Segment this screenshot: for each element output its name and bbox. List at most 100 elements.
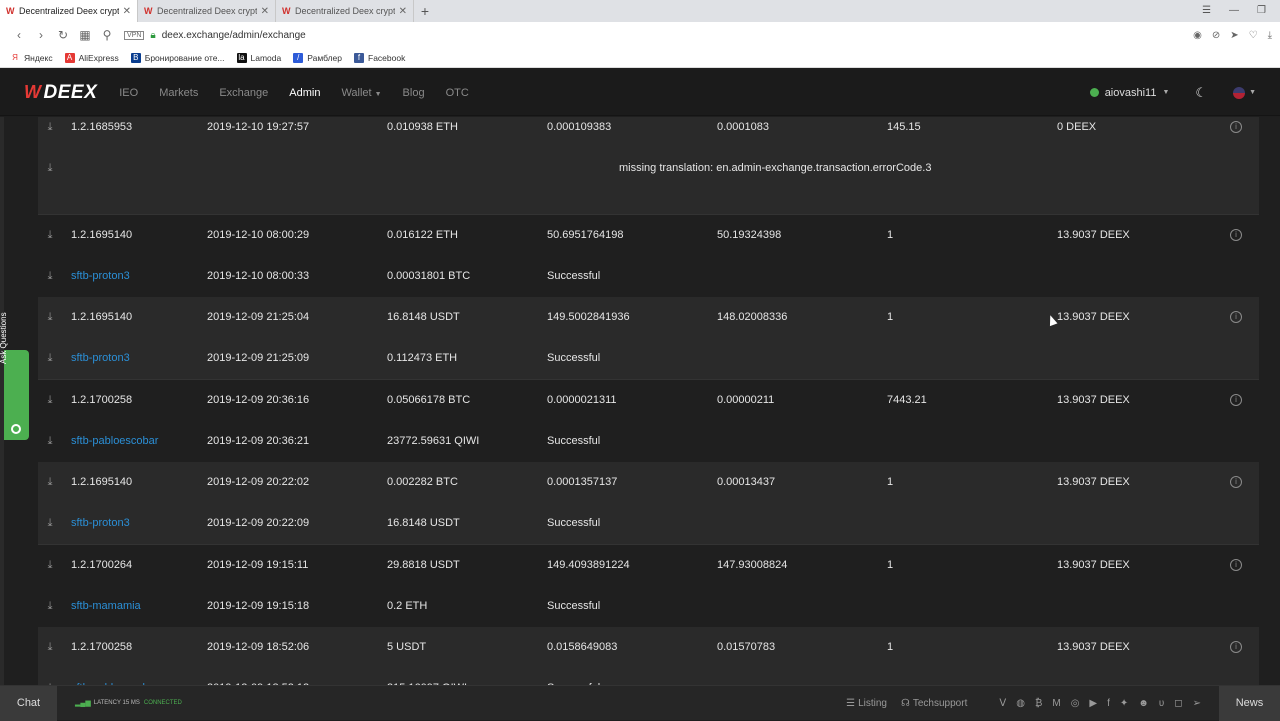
download-icon[interactable]: ⤓ — [44, 421, 56, 462]
browser-tab-3[interactable]: W Decentralized Deex crypto ✕ — [276, 0, 414, 22]
nav-ieo[interactable]: IEO — [119, 87, 138, 99]
bookmark-booking[interactable]: B Бронирование оте... — [130, 52, 225, 63]
info-icon[interactable]: i — [1230, 311, 1242, 323]
lock-icon[interactable]: 🔒︎ — [150, 30, 155, 41]
bitcoin-icon[interactable]: ₿ — [1035, 698, 1042, 709]
bookmark-aliexpress[interactable]: A AliExpress — [64, 52, 119, 63]
us-flag-icon[interactable] — [1233, 86, 1246, 99]
heart-icon[interactable]: ♡ — [1249, 30, 1258, 41]
download-icon[interactable]: ⤓ — [44, 380, 56, 421]
download-icon[interactable]: ⤓ — [44, 215, 56, 256]
techsupport-link[interactable]: ☊ Techsupport — [901, 698, 967, 709]
download-icon[interactable]: ⤓ — [44, 545, 56, 586]
close-tab-icon[interactable]: ✕ — [123, 6, 131, 17]
vk2-icon[interactable]: ʋ — [1159, 698, 1164, 709]
facebook-icon[interactable]: f — [1107, 698, 1110, 709]
order-id: 1.2.1700258 — [71, 641, 133, 653]
browser-tab-1[interactable]: W Decentralized Deex crypto ✕ — [0, 0, 138, 22]
send-icon[interactable]: ➤ — [1230, 30, 1238, 41]
user-link[interactable]: sftb-proton3 — [71, 338, 130, 379]
medium-icon[interactable]: M — [1052, 698, 1060, 709]
chevron-down-icon[interactable]: ▼ — [1162, 89, 1169, 96]
download-icon[interactable]: ⤓ — [44, 297, 56, 338]
deex-favicon-icon: W — [282, 5, 291, 16]
github-icon[interactable]: ◍ — [1016, 698, 1025, 709]
user-link[interactable]: sftb-proton3 — [71, 256, 130, 297]
nav-exchange[interactable]: Exchange — [219, 87, 268, 99]
reload-icon[interactable]: ↻ — [52, 28, 74, 42]
forward-icon[interactable]: › — [30, 28, 52, 42]
info-icon[interactable]: i — [1230, 641, 1242, 653]
vk-icon[interactable]: ᐯ — [999, 698, 1006, 709]
bookmark-facebook[interactable]: f Facebook — [354, 52, 405, 63]
search-icon[interactable]: ⚲ — [96, 28, 118, 42]
info-icon[interactable]: i — [1230, 394, 1242, 406]
social-icons: ᐯ ◍ ₿ M ◎ ▶ f ✦ ☻ ʋ ◻ ➢ — [999, 698, 1201, 709]
chevron-down-icon[interactable]: ▼ — [1249, 89, 1256, 96]
info-icon[interactable]: i — [1230, 121, 1242, 133]
user-link[interactable]: sftb-pabloescobar — [71, 421, 158, 462]
minimize-icon[interactable]: — — [1229, 0, 1239, 22]
restore-icon[interactable]: ❐ — [1257, 0, 1266, 22]
download-icon[interactable]: ⤓ — [44, 503, 56, 544]
user-link[interactable]: sftb-proton3 — [71, 503, 130, 544]
twitter-icon[interactable]: ✦ — [1120, 698, 1128, 709]
download-icon[interactable]: ⤓ — [44, 338, 56, 379]
connection-status: CONNECTED — [143, 700, 182, 706]
ask-questions-tab[interactable]: Ask Questions — [0, 312, 29, 440]
order-rate-net: 0.00000211 — [717, 394, 775, 406]
address-actions: ◉ ⊘ ➤ ♡ ⤓ — [1193, 30, 1272, 41]
reddit-alien-icon[interactable]: ☻ — [1138, 698, 1149, 709]
nav-admin[interactable]: Admin — [289, 87, 320, 99]
moon-icon[interactable]: ☾ — [1195, 85, 1207, 101]
youtube-icon[interactable]: ▶ — [1089, 698, 1097, 709]
order-amount: 0.010938 ETH — [387, 121, 458, 133]
url-field[interactable]: deex.exchange/admin/exchange — [162, 30, 306, 41]
news-button[interactable]: News — [1219, 685, 1280, 721]
order-rate: 0.0001357137 — [547, 476, 618, 488]
apps-grid-icon[interactable]: ▦ — [74, 28, 96, 42]
facebook-icon: f — [354, 52, 364, 63]
block-icon[interactable]: ⊘ — [1212, 30, 1220, 41]
username[interactable]: aiovashi11 — [1105, 87, 1157, 99]
nav-blog[interactable]: Blog — [403, 87, 425, 99]
vpn-badge[interactable]: VPN — [124, 30, 145, 40]
bookmark-lamoda[interactable]: la Lamoda — [236, 52, 281, 63]
instagram-icon[interactable]: ◻ — [1174, 698, 1182, 709]
chat-button[interactable]: Chat — [0, 685, 57, 721]
download-icon[interactable]: ⤓ — [44, 117, 56, 148]
nav-otc[interactable]: OTC — [446, 87, 469, 99]
order-rate-net: 50.19324398 — [717, 229, 782, 241]
download-icon[interactable]: ⤓ — [44, 627, 56, 668]
info-icon[interactable]: i — [1230, 476, 1242, 488]
info-icon[interactable]: i — [1230, 559, 1242, 571]
nav-markets[interactable]: Markets — [159, 87, 198, 99]
download-icon[interactable]: ⤓ — [1268, 30, 1272, 41]
camera-icon[interactable]: ◉ — [1193, 30, 1202, 41]
close-tab-icon[interactable]: ✕ — [261, 6, 269, 17]
download-icon[interactable]: ⤓ — [44, 148, 56, 189]
bookmark-rambler[interactable]: / Рамблер — [293, 52, 342, 63]
download-icon[interactable]: ⤓ — [44, 256, 56, 297]
listing-label: Listing — [858, 697, 887, 709]
order-rate: 149.4093891224 — [547, 559, 630, 571]
browser-tab-2[interactable]: W Decentralized Deex crypto ✕ — [138, 0, 276, 22]
reddit-icon[interactable]: ◎ — [1071, 698, 1080, 709]
download-icon[interactable]: ⤓ — [44, 586, 56, 627]
table-row: ⤓ 1.2.1700258 2019-12-09 20:36:16 0.0506… — [38, 380, 1259, 421]
close-tab-icon[interactable]: ✕ — [399, 6, 407, 17]
bookmark-yandex[interactable]: Я Яндекс — [10, 53, 52, 63]
user-link[interactable]: sftb-pabloescobar — [71, 668, 158, 685]
back-icon[interactable]: ‹ — [8, 28, 30, 42]
listing-link[interactable]: ☰ Listing — [846, 698, 887, 709]
deex-logo[interactable]: W DEEX — [24, 82, 97, 104]
download-icon[interactable]: ⤓ — [44, 462, 56, 503]
user-link[interactable]: sftb-mamamia — [71, 586, 141, 627]
info-icon[interactable]: i — [1230, 229, 1242, 241]
nav-wallet[interactable]: Wallet ▼ — [341, 87, 381, 99]
download-icon[interactable]: ⤓ — [44, 668, 56, 685]
payout-status: Successful — [547, 270, 601, 282]
new-tab-icon[interactable]: + — [414, 0, 436, 22]
tabs-menu-icon[interactable]: ☰ — [1202, 0, 1211, 22]
telegram-icon[interactable]: ➢ — [1193, 698, 1201, 709]
